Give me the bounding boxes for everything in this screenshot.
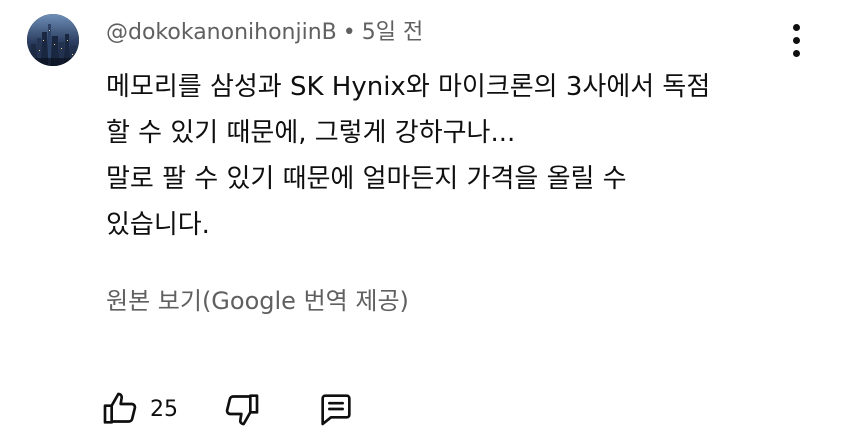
comment-text: 메모리를 삼성과 SK Hynix와 마이크론의 3사에서 독점 할 수 있기 … bbox=[106, 64, 796, 248]
dislike-button[interactable] bbox=[222, 389, 262, 429]
vertical-dots-icon bbox=[792, 23, 800, 31]
meta-separator: • bbox=[342, 20, 356, 45]
reply-comment-icon bbox=[321, 394, 351, 426]
comment-line: 메모리를 삼성과 SK Hynix와 마이크론의 3사에서 독점 bbox=[106, 72, 711, 102]
like-count: 25 bbox=[150, 396, 178, 422]
comment-line: 할 수 있기 때문에, 그렇게 강하구나... bbox=[106, 118, 516, 148]
reply-button[interactable] bbox=[316, 389, 356, 429]
like-button[interactable]: 25 bbox=[100, 389, 178, 429]
vertical-dots-icon bbox=[792, 36, 800, 44]
avatar[interactable] bbox=[27, 14, 79, 66]
view-original-link[interactable]: 원본 보기(Google 번역 제공) bbox=[106, 283, 409, 319]
city-night-avatar-image bbox=[27, 14, 79, 66]
comment-line: 말로 팔 수 있기 때문에 얼마든지 가격을 올릴 수 bbox=[106, 164, 627, 194]
thumbs-up-icon bbox=[103, 392, 137, 424]
comment-timestamp[interactable]: 5일 전 bbox=[362, 20, 423, 45]
comment-line: 있습니다. bbox=[106, 210, 210, 240]
more-options-button[interactable] bbox=[778, 20, 814, 60]
author-name[interactable]: @dokokanonihonjinB bbox=[106, 20, 337, 45]
comment-actions: 25 bbox=[100, 386, 356, 432]
comment-card: @dokokanonihonjinB • 5일 전 메모리를 삼성과 SK Hyni… bbox=[0, 0, 850, 444]
thumbs-down-icon bbox=[225, 394, 259, 426]
comment-meta: @dokokanonihonjinB • 5일 전 bbox=[106, 18, 423, 48]
vertical-dots-icon bbox=[792, 49, 800, 57]
